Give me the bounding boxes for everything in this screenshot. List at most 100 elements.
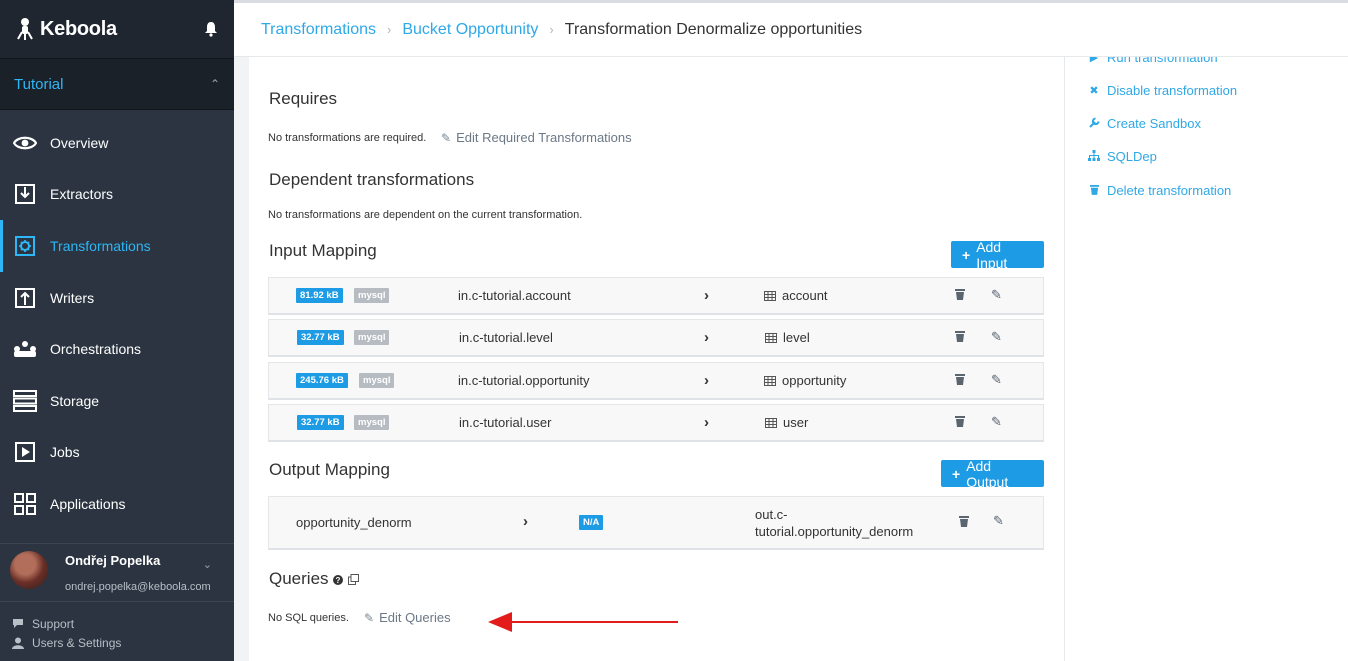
actions-column <box>1064 57 1348 661</box>
sqldep-link[interactable]: SQLDep <box>1088 149 1157 164</box>
destination-line1: out.c- <box>755 507 788 522</box>
trash-icon[interactable] <box>955 373 965 385</box>
trash-icon <box>1088 184 1100 198</box>
destination-label: level <box>783 330 810 345</box>
help-icon[interactable]: ? <box>333 575 344 585</box>
brand-name[interactable]: Keboola <box>40 18 117 41</box>
nav-label: Overview <box>50 134 109 151</box>
nav-item-extractors[interactable]: Extractors <box>0 169 234 221</box>
trash-icon[interactable] <box>959 515 969 527</box>
requires-text: No transformations are required. <box>268 132 427 144</box>
nav-item-overview[interactable]: Overview <box>0 117 234 169</box>
pencil-icon[interactable]: ✎ <box>991 372 1002 388</box>
bell-icon[interactable] <box>204 21 218 37</box>
sidebar: Keboola Tutorial ⌃ Overview Extractors T… <box>0 0 234 661</box>
download-icon <box>12 182 38 206</box>
disable-transformation-link[interactable]: ✖ Disable transformation <box>1088 83 1237 98</box>
sitemap-icon <box>1088 149 1100 164</box>
size-badge: 32.77 kB <box>297 330 344 345</box>
breadcrumb-bucket[interactable]: Bucket Opportunity <box>402 21 538 39</box>
upload-icon <box>12 286 38 310</box>
requires-heading: Requires <box>269 89 338 108</box>
nav-item-applications[interactable]: Applications <box>0 478 234 530</box>
nav-label: Extractors <box>50 186 114 203</box>
add-output-button[interactable]: + Add Output <box>941 457 1044 490</box>
edit-queries-link[interactable]: ✎ Edit Queries <box>364 610 451 625</box>
gear-icon <box>12 234 38 258</box>
pencil-icon[interactable]: ✎ <box>991 329 1002 345</box>
edit-required-link[interactable]: ✎ Edit Required Transformations <box>441 130 632 145</box>
na-badge: N/A <box>579 515 604 530</box>
pencil-icon[interactable]: ✎ <box>991 287 1002 303</box>
eye-icon <box>12 131 38 155</box>
nav-label: Storage <box>50 392 100 409</box>
copy-icon[interactable] <box>348 574 359 585</box>
breadcrumb-transformations[interactable]: Transformations <box>261 21 376 39</box>
destination-table: out.c- tutorial.opportunity_denorm <box>755 506 913 540</box>
type-badge: mysql <box>354 415 390 430</box>
dependent-heading: Dependent transformations <box>269 170 475 189</box>
trash-icon[interactable] <box>955 288 965 300</box>
add-input-button[interactable]: + Add Input <box>951 238 1044 271</box>
chevron-right-icon: › <box>704 287 709 304</box>
destination-label: user <box>783 415 809 430</box>
create-sandbox-label: Create Sandbox <box>1107 116 1201 131</box>
destination-table: level <box>765 330 810 345</box>
create-sandbox-link[interactable]: Create Sandbox <box>1088 116 1201 131</box>
plus-icon: + <box>962 246 971 263</box>
nav-label: Jobs <box>50 444 80 461</box>
source-table: in.c-tutorial.level <box>459 330 553 345</box>
destination-table: user <box>765 415 808 430</box>
logo-bar: Keboola <box>0 0 234 58</box>
edit-required-label: Edit Required Transformations <box>456 130 632 145</box>
trash-icon[interactable] <box>955 415 965 427</box>
queries-title: Queries <box>269 569 329 588</box>
chevron-right-icon: › <box>704 372 709 389</box>
nav-item-writers[interactable]: Writers <box>0 272 234 324</box>
output-mapping-heading: Output Mapping <box>269 460 390 479</box>
nav-item-storage[interactable]: Storage <box>0 375 234 427</box>
input-mapping-row[interactable]: 32.77 kB mysql in.c-tutorial.user › user… <box>268 404 1044 442</box>
avatar <box>10 551 48 589</box>
nav-item-jobs[interactable]: Jobs <box>0 427 234 479</box>
input-mapping-row[interactable]: 245.76 kB mysql in.c-tutorial.opportunit… <box>268 362 1044 400</box>
storage-icon <box>12 389 38 413</box>
nav-label: Writers <box>50 289 95 306</box>
close-icon: ✖ <box>1089 85 1099 97</box>
nav-item-transformations[interactable]: Transformations <box>0 220 234 272</box>
nav-label: Transformations <box>50 237 151 254</box>
destination-label: opportunity <box>782 373 847 388</box>
user-icon <box>12 637 24 649</box>
breadcrumb: Transformations › Bucket Opportunity › T… <box>234 0 1348 57</box>
type-badge: mysql <box>354 288 390 303</box>
user-menu[interactable]: Ondřej Popelka ondrej.popelka@keboola.co… <box>0 543 234 601</box>
trash-icon[interactable] <box>955 330 965 342</box>
page-title: Transformation Denormalize opportunities <box>564 20 863 38</box>
add-output-label: Add Output <box>966 457 1009 490</box>
support-link[interactable]: Support <box>12 614 222 633</box>
disable-transformation-label: Disable transformation <box>1107 83 1238 98</box>
users-settings-link[interactable]: Users & Settings <box>12 633 222 652</box>
project-selector[interactable]: Tutorial ⌃ <box>0 58 234 110</box>
chevron-right-icon: › <box>387 22 392 37</box>
pencil-icon[interactable]: ✎ <box>991 414 1002 430</box>
input-mapping-row[interactable]: 32.77 kB mysql in.c-tutorial.level › lev… <box>268 319 1044 357</box>
destination-label: account <box>782 288 828 303</box>
plus-icon: + <box>952 465 961 482</box>
input-mapping-row[interactable]: 81.92 kB mysql in.c-tutorial.account › a… <box>268 277 1044 315</box>
destination-table: account <box>764 288 828 303</box>
type-badge: mysql <box>354 330 390 345</box>
sidebar-footer: Support Users & Settings <box>0 601 234 661</box>
chevron-up-down-icon: ⌃ <box>209 77 220 91</box>
nav-item-orchestrations[interactable]: Orchestrations <box>0 323 234 375</box>
main-nav: Overview Extractors Transformations Writ… <box>0 117 234 530</box>
output-mapping-row[interactable]: opportunity_denorm › N/A out.c- tutorial… <box>268 496 1044 550</box>
grid-icon <box>12 492 38 516</box>
queries-heading: Queries ? <box>269 569 359 589</box>
comment-icon <box>13 619 23 628</box>
delete-transformation-link[interactable]: Delete transformation <box>1088 183 1231 198</box>
svg-text:?: ? <box>336 576 341 585</box>
add-input-label: Add Input <box>976 238 1008 271</box>
pencil-icon[interactable]: ✎ <box>993 513 1004 529</box>
source-table: in.c-tutorial.user <box>459 415 552 430</box>
